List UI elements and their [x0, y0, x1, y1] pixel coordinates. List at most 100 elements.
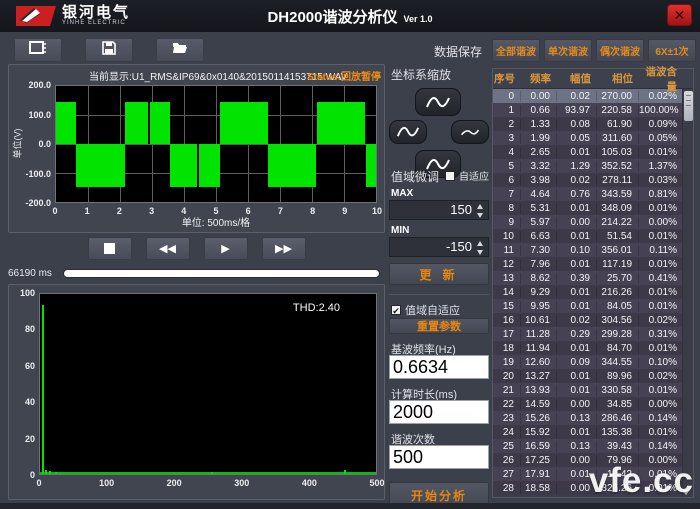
scrollbar-thumb[interactable]	[684, 91, 693, 121]
table-cell: 135.38	[597, 427, 639, 438]
table-row[interactable]: 159.950.0184.050.01%	[493, 299, 693, 313]
x-tick-label: 4	[174, 206, 194, 216]
zoom-left-button[interactable]	[389, 120, 427, 144]
table-row[interactable]: 2013.270.0189.960.02%	[493, 369, 693, 383]
max-value-spinner[interactable]: 150	[389, 200, 489, 220]
table-row[interactable]: 63.980.02278.110.03%	[493, 173, 693, 187]
table-cell: 51.54	[597, 231, 639, 242]
display-button[interactable]	[14, 38, 62, 62]
adaptive-checkbox-label: 自适应	[459, 168, 489, 183]
table-cell: 24	[493, 427, 521, 438]
table-row[interactable]: 149.290.01216.260.01%	[493, 285, 693, 299]
table-cell: 0.00%	[639, 217, 683, 228]
table-row[interactable]: 42.650.01105.030.01%	[493, 145, 693, 159]
table-cell: 0.01%	[639, 427, 683, 438]
auto-range-label: 值域自适应	[405, 302, 460, 318]
update-button[interactable]: 更 新	[389, 263, 489, 285]
table-row[interactable]: 127.960.01117.190.01%	[493, 257, 693, 271]
table-row[interactable]: 53.321.29352.521.37%	[493, 159, 693, 173]
table-row[interactable]: 1610.610.02304.560.02%	[493, 313, 693, 327]
table-row[interactable]: 2415.920.01135.380.01%	[493, 425, 693, 439]
waveform-plot[interactable]	[55, 85, 377, 203]
fast-forward-icon: ▶▶	[275, 242, 292, 255]
spectrum-plot[interactable]: THD:2.40	[39, 293, 377, 475]
table-cell: 0.13	[557, 441, 597, 452]
rewind-button[interactable]: ◀◀	[146, 237, 190, 260]
table-cell: 17	[493, 329, 521, 340]
elapsed-time-label: 66190 ms	[8, 268, 52, 279]
progress-slider[interactable]	[63, 269, 380, 278]
table-cell: 1.37%	[639, 161, 683, 172]
tab-odd-harmonics[interactable]: 单次谐波	[544, 39, 592, 62]
waveform-panel: 当前显示:U1_RMS&IP69&0x0140&20150114153715.W…	[8, 64, 385, 233]
table-cell: 27	[493, 469, 521, 480]
zoom-up-button[interactable]	[415, 88, 461, 116]
table-cell: 16	[493, 315, 521, 326]
sine-wave-icon	[459, 127, 481, 137]
table-cell: 304.56	[597, 315, 639, 326]
max-label: MAX	[391, 188, 413, 199]
table-cell: 0.01%	[639, 287, 683, 298]
table-row[interactable]: 106.630.0151.540.01%	[493, 229, 693, 243]
min-value-spinner[interactable]: -150	[389, 237, 489, 257]
table-row[interactable]: 2315.260.13286.460.14%	[493, 411, 693, 425]
play-button[interactable]: ▶	[204, 237, 248, 260]
x-tick-label: 200	[164, 478, 184, 488]
table-cell: 6	[493, 175, 521, 186]
adaptive-checkbox[interactable]	[445, 171, 455, 181]
calc-duration-input[interactable]	[389, 400, 489, 424]
table-cell: 11.28	[521, 329, 557, 340]
table-scrollbar[interactable]	[682, 89, 693, 497]
table-cell: 214.22	[597, 217, 639, 228]
section-divider	[389, 294, 489, 295]
table-cell: 13.27	[521, 371, 557, 382]
table-cell: 0.09%	[639, 119, 683, 130]
waveform-notch	[197, 144, 199, 187]
fundamental-freq-input[interactable]	[389, 355, 489, 379]
table-cell: 343.59	[597, 189, 639, 200]
tab-6x1-harmonics[interactable]: 6X±1次	[648, 39, 696, 62]
table-row[interactable]: 00.000.02270.000.02%	[493, 89, 693, 103]
spinner-arrows-icon[interactable]	[477, 241, 484, 255]
save-button[interactable]	[85, 38, 133, 62]
table-row[interactable]: 2516.590.1339.430.14%	[493, 439, 693, 453]
fast-forward-button[interactable]: ▶▶	[262, 237, 306, 260]
zoom-right-button[interactable]	[451, 120, 489, 144]
table-row[interactable]: 2214.590.0034.850.00%	[493, 397, 693, 411]
table-row[interactable]: 1912.600.09344.550.10%	[493, 355, 693, 369]
version-label: Ver 1.0	[404, 14, 433, 24]
stop-icon	[104, 243, 115, 254]
table-row[interactable]: 74.640.76343.590.81%	[493, 187, 693, 201]
reset-params-button[interactable]: 重置参数	[389, 318, 489, 334]
table-row[interactable]: 138.620.3925.700.41%	[493, 271, 693, 285]
stop-button[interactable]	[88, 237, 132, 260]
auto-range-checkbox[interactable]: ✔	[391, 305, 401, 315]
spectrum-spike	[42, 305, 44, 474]
x-tick-label: 5	[206, 206, 226, 216]
harmonic-count-input[interactable]	[389, 445, 489, 469]
table-row[interactable]: 95.970.00214.220.00%	[493, 215, 693, 229]
table-row[interactable]: 117.300.10356.010.11%	[493, 243, 693, 257]
floppy-save-icon	[102, 41, 116, 60]
table-row[interactable]: 21.330.0861.900.09%	[493, 117, 693, 131]
x-tick-label: 8	[303, 206, 323, 216]
table-row[interactable]: 31.990.05311.600.05%	[493, 131, 693, 145]
toolbar: 数据保存 全部谐波 单次谐波 偶次谐波 6X±1次	[0, 36, 700, 64]
table-row[interactable]: 1811.940.0184.700.01%	[493, 341, 693, 355]
spinner-arrows-icon[interactable]	[477, 204, 484, 218]
close-button[interactable]: ✕	[667, 4, 692, 26]
table-cell: 0.13	[557, 413, 597, 424]
table-cell: 10.61	[521, 315, 557, 326]
y-tick-label: -100.0	[13, 169, 51, 179]
waveform-block	[317, 102, 365, 144]
table-row[interactable]: 10.6693.97220.58100.00%	[493, 103, 693, 117]
table-row[interactable]: 2113.930.01330.580.01%	[493, 383, 693, 397]
table-cell: 0.01	[557, 231, 597, 242]
open-button[interactable]	[156, 38, 204, 62]
table-row[interactable]: 1711.280.29299.280.31%	[493, 327, 693, 341]
table-cell: 7	[493, 189, 521, 200]
tab-even-harmonics[interactable]: 偶次谐波	[596, 39, 644, 62]
table-row[interactable]: 85.310.01348.090.01%	[493, 201, 693, 215]
tab-all-harmonics[interactable]: 全部谐波	[492, 39, 540, 62]
table-cell: 4	[493, 147, 521, 158]
